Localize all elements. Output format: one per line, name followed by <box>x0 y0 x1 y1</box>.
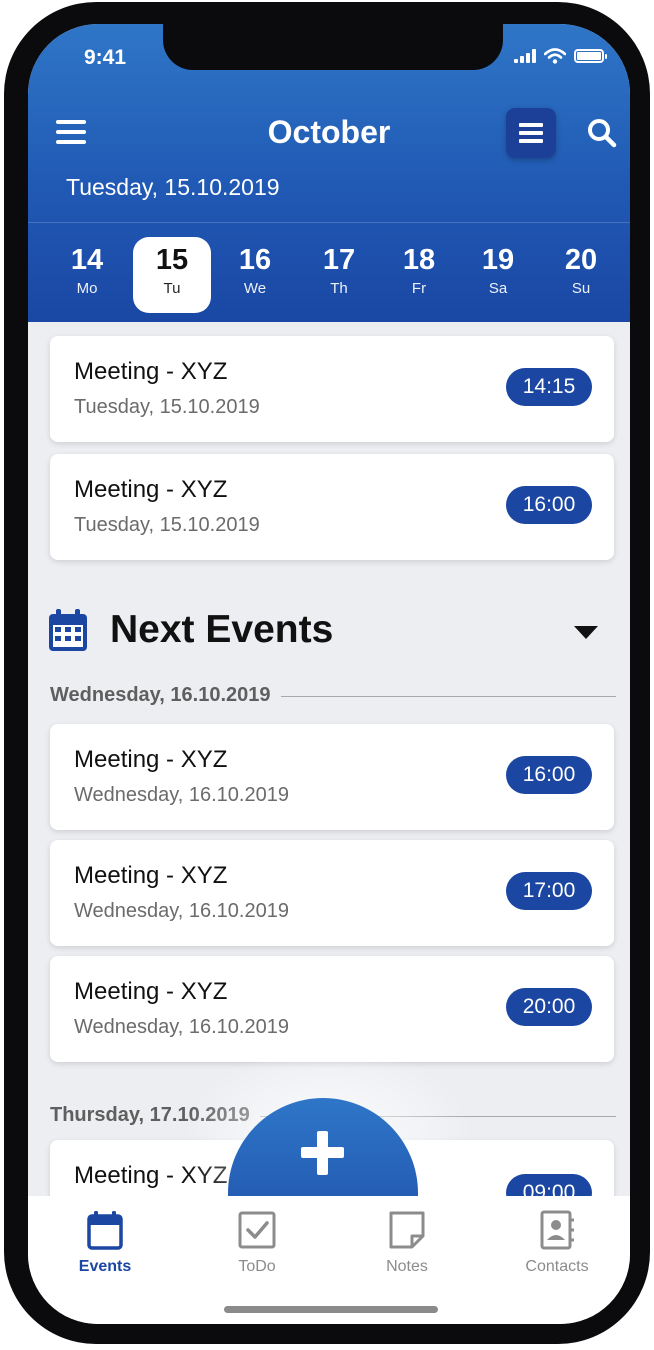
event-time-badge: 16:00 <box>506 486 592 524</box>
tab-events[interactable]: Events <box>50 1210 160 1276</box>
day-su[interactable]: 20 Su <box>542 237 620 313</box>
event-time-badge: 16:00 <box>506 756 592 794</box>
event-date: Wednesday, 16.10.2019 <box>74 784 289 806</box>
bottom-tab-bar: Events ToDo Notes Contacts <box>28 1196 630 1324</box>
list-view-button[interactable] <box>506 108 556 158</box>
search-icon[interactable] <box>586 117 618 149</box>
event-time-badge: 14:15 <box>506 368 592 406</box>
plus-icon-bar <box>301 1147 344 1158</box>
event-card[interactable]: Meeting - XYZ Tuesday, 15.10.2019 14:15 <box>50 336 614 442</box>
event-time-badge: 17:00 <box>506 872 592 910</box>
day-number: 19 <box>481 244 515 276</box>
event-date: Wednesday, 16.10.2019 <box>74 900 289 922</box>
day-of-week: Mo <box>76 280 98 297</box>
day-of-week: Fr <box>411 280 427 297</box>
battery-icon <box>574 49 607 63</box>
home-indicator <box>224 1306 438 1313</box>
event-time-badge: 20:00 <box>506 988 592 1026</box>
event-date: Tuesday, 15.10.2019 <box>74 396 260 418</box>
event-title: Meeting - XYZ <box>74 862 228 889</box>
tab-notes[interactable]: Notes <box>352 1210 462 1276</box>
day-of-week: We <box>243 280 267 297</box>
day-th[interactable]: 17 Th <box>300 237 378 313</box>
divider-date: Wednesday, 16.10.2019 <box>50 684 281 707</box>
date-divider: Wednesday, 16.10.2019 <box>50 682 616 710</box>
event-date: Wednesday, 16.10.2019 <box>74 1016 289 1038</box>
day-number: 18 <box>402 244 436 276</box>
day-sa[interactable]: 19 Sa <box>459 237 537 313</box>
calendar-icon <box>49 609 87 651</box>
day-mo[interactable]: 14 Mo <box>48 237 126 313</box>
event-title: Meeting - XYZ <box>74 978 228 1005</box>
status-icons <box>514 48 607 64</box>
tab-label: Events <box>78 1258 132 1275</box>
day-number: 16 <box>238 244 272 276</box>
next-events-header: Next Events <box>48 602 610 658</box>
day-of-week: Su <box>571 280 591 297</box>
day-number: 17 <box>322 244 356 276</box>
phone-frame: 9:41 October Tuesday, 15.10.2019 14 Mo 1… <box>4 2 650 1344</box>
tab-label: Contacts <box>525 1258 589 1275</box>
tab-contacts[interactable]: Contacts <box>502 1210 612 1276</box>
day-fr[interactable]: 18 Fr <box>380 237 458 313</box>
event-date: Tuesday, 15.10.2019 <box>74 514 260 536</box>
day-of-week: Tu <box>163 280 181 297</box>
section-title: Next Events <box>110 608 334 651</box>
wifi-icon <box>544 48 566 64</box>
day-tu-selected[interactable]: 15 Tu <box>133 237 211 313</box>
calendar-icon <box>87 1211 123 1250</box>
signal-icon <box>514 49 536 63</box>
day-we[interactable]: 16 We <box>216 237 294 313</box>
tab-label: Notes <box>386 1258 428 1275</box>
event-card[interactable]: Meeting - XYZ Wednesday, 16.10.2019 17:0… <box>50 840 614 946</box>
tab-label: ToDo <box>238 1258 276 1275</box>
event-title: Meeting - XYZ <box>74 746 228 773</box>
selected-date: Tuesday, 15.10.2019 <box>66 174 280 200</box>
event-card[interactable]: Meeting - XYZ Tuesday, 15.10.2019 16:00 <box>50 454 614 560</box>
day-number: 20 <box>564 244 598 276</box>
day-of-week: Th <box>330 280 348 297</box>
device-notch <box>163 24 503 70</box>
day-of-week: Sa <box>488 280 508 297</box>
chevron-down-icon[interactable] <box>574 626 598 639</box>
day-number: 15 <box>155 244 189 276</box>
note-icon <box>389 1211 425 1249</box>
event-title: Meeting - XYZ <box>74 358 228 385</box>
contacts-icon <box>540 1210 574 1250</box>
week-strip: 14 Mo 15 Tu 16 We 17 Th 18 Fr 19 Sa 20 S… <box>28 222 630 322</box>
app-screen: 9:41 October Tuesday, 15.10.2019 14 Mo 1… <box>28 24 630 1324</box>
status-time: 9:41 <box>84 46 127 69</box>
tab-todo[interactable]: ToDo <box>202 1210 312 1276</box>
event-title: Meeting - XYZ <box>74 476 228 503</box>
event-card[interactable]: Meeting - XYZ Wednesday, 16.10.2019 16:0… <box>50 724 614 830</box>
day-number: 14 <box>70 244 104 276</box>
checkbox-icon <box>238 1211 276 1249</box>
